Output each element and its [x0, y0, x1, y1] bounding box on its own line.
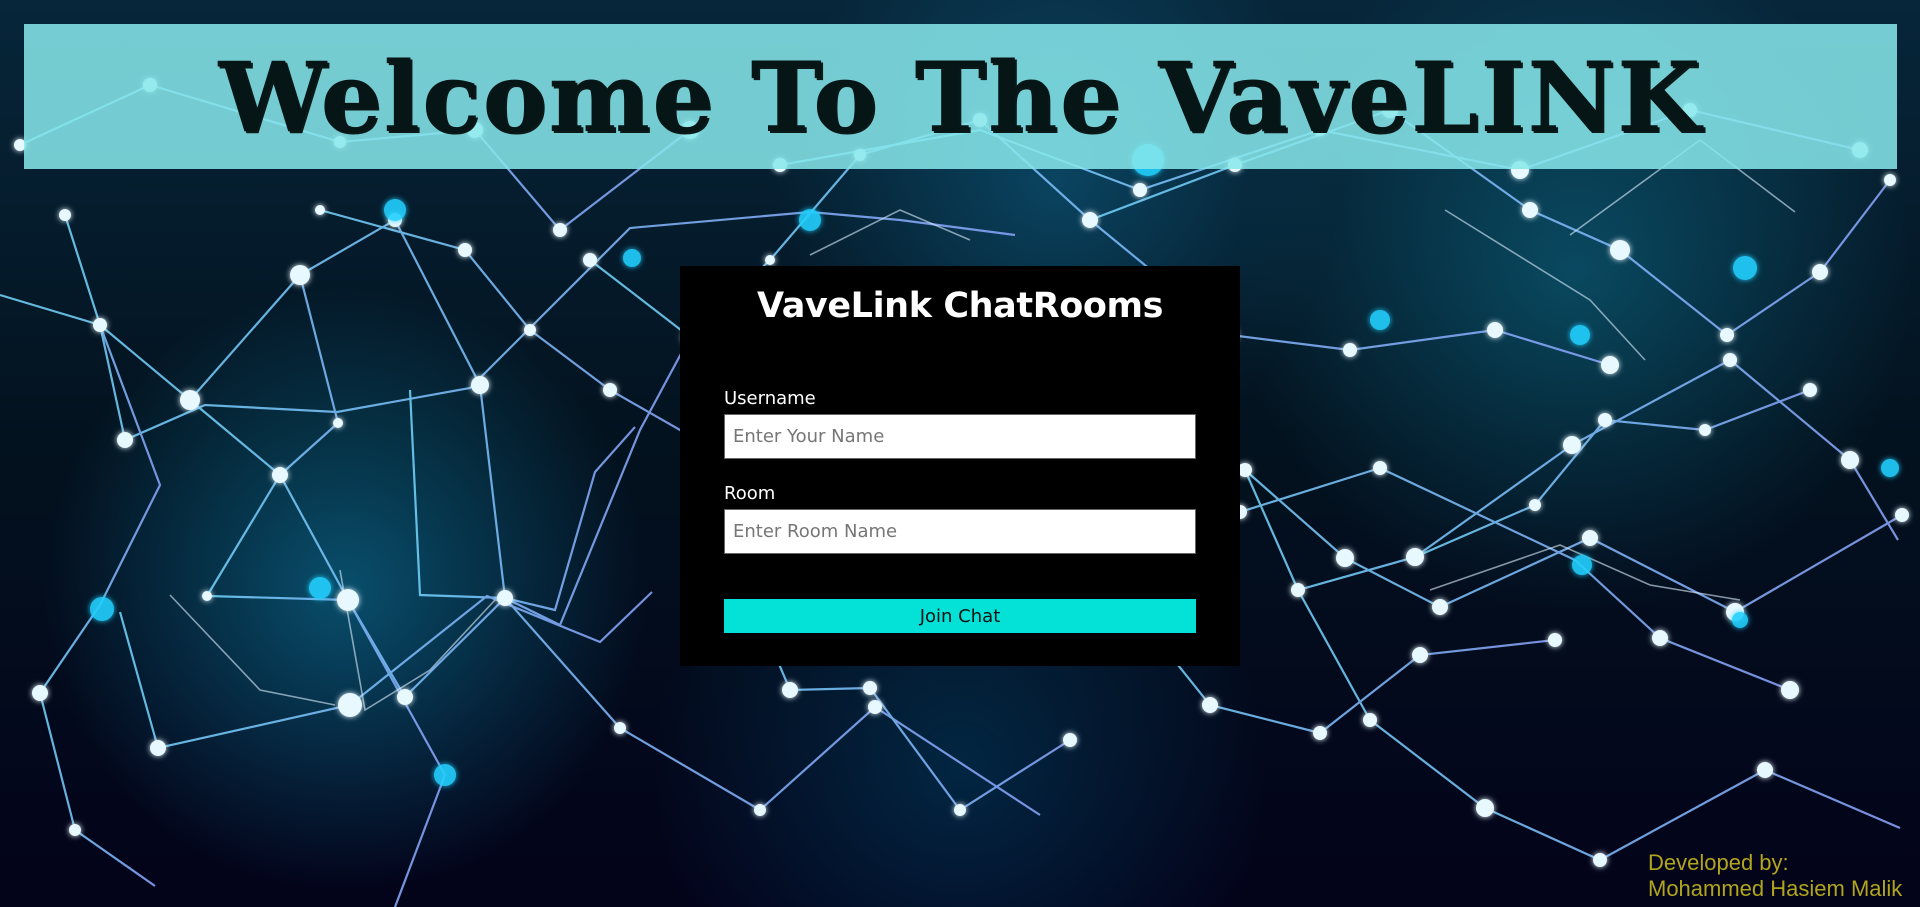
chatroom-landing-page: Welcome To The VaveLINK VaveLink ChatRoo… — [0, 0, 1920, 907]
chatroom-card-title: VaveLink ChatRooms — [756, 286, 1164, 326]
developer-credit-name: Mohammed Hasiem Malik — [1648, 876, 1903, 901]
username-label: Username — [724, 388, 816, 409]
welcome-title: Welcome To The VaveLINK — [218, 41, 1703, 154]
chatroom-join-card: VaveLink ChatRooms Username Room Join Ch… — [680, 266, 1240, 666]
welcome-banner: Welcome To The VaveLINK — [24, 24, 1897, 169]
room-label: Room — [724, 483, 776, 504]
join-chat-button[interactable]: Join Chat — [724, 599, 1196, 633]
room-input[interactable] — [724, 509, 1196, 554]
username-input[interactable] — [724, 414, 1196, 459]
developer-credit: Developed by: Mohammed Hasiem Malik — [1648, 850, 1913, 902]
developer-credit-label: Developed by: — [1648, 850, 1789, 875]
